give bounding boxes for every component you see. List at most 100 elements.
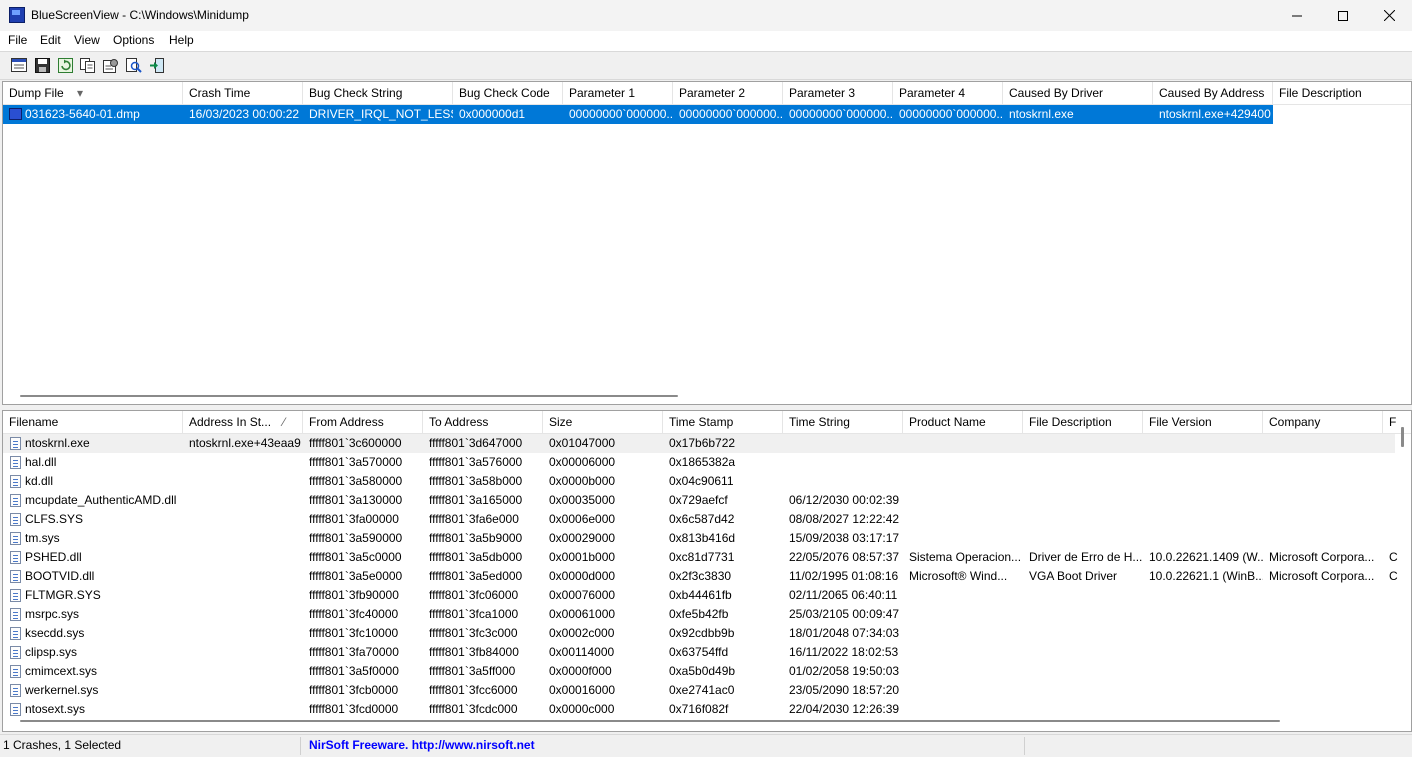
crash-list-horizontal-scrollbar[interactable] xyxy=(20,395,678,397)
maximize-button[interactable] xyxy=(1320,0,1366,31)
module-list[interactable]: Filename Address In St... ⁄ From Address … xyxy=(2,410,1412,732)
table-row[interactable]: BOOTVID.dll fffff801`3a5e0000 fffff801`3a5… xyxy=(3,567,1398,586)
col-size[interactable]: Size xyxy=(543,411,663,433)
table-row[interactable]: FLTMGR.SYS fffff801`3fb90000 fffff801`3fc0… xyxy=(3,586,1395,605)
cell-company xyxy=(1263,643,1383,662)
close-button[interactable] xyxy=(1366,0,1412,31)
table-row[interactable]: werkernel.sys fffff801`3fcb0000 fffff801`3… xyxy=(3,681,1395,700)
options-button[interactable] xyxy=(102,56,120,74)
table-row[interactable]: msrpc.sys fffff801`3fc40000 fffff801`3fca1… xyxy=(3,605,1395,624)
crash-list-header: Dump File ▾ Crash Time Bug Check String B… xyxy=(3,82,1411,105)
nirsoft-link[interactable]: NirSoft Freeware. http://www.nirsoft.net xyxy=(309,738,535,752)
table-row[interactable]: hal.dll fffff801`3a570000 fffff801`3a57600… xyxy=(3,453,1395,472)
col-product-name[interactable]: Product Name xyxy=(903,411,1023,433)
col-bug-check-string[interactable]: Bug Check String xyxy=(303,82,453,104)
table-row[interactable]: tm.sys fffff801`3a590000 fffff801`3a5b9000… xyxy=(3,529,1395,548)
cell-company xyxy=(1263,681,1383,700)
menu-file[interactable]: File xyxy=(8,33,27,47)
cell-filename: PSHED.dll xyxy=(25,550,82,564)
col-time-string[interactable]: Time String xyxy=(783,411,903,433)
table-row[interactable]: PSHED.dll fffff801`3a5c0000 fffff801`3a5db… xyxy=(3,548,1398,567)
crash-list[interactable]: Dump File ▾ Crash Time Bug Check String B… xyxy=(2,81,1412,405)
col-time-stamp[interactable]: Time Stamp xyxy=(663,411,783,433)
col-to-address[interactable]: To Address xyxy=(423,411,543,433)
col-file-description[interactable]: File Description xyxy=(1023,411,1143,433)
cell-size: 0x00076000 xyxy=(549,588,616,602)
module-list-vertical-scrollbar[interactable] xyxy=(1401,427,1404,447)
cell-time-string xyxy=(783,472,903,491)
minimize-icon xyxy=(1292,15,1302,16)
find-icon xyxy=(126,57,142,73)
copy-button[interactable] xyxy=(79,56,97,74)
cell-time-string: 06/12/2030 00:02:39 xyxy=(789,493,900,507)
col-full-path[interactable]: F xyxy=(1383,411,1411,433)
properties-button[interactable] xyxy=(10,56,28,74)
table-row[interactable]: mcupdate_AuthenticAMD.dll fffff801`3a1300… xyxy=(3,491,1395,510)
col-dump-file[interactable]: Dump File ▾ xyxy=(3,82,183,104)
cell-full-path xyxy=(1383,662,1411,681)
col-parameter-1[interactable]: Parameter 1 xyxy=(563,82,673,104)
table-row[interactable]: CLFS.SYS fffff801`3fa00000 fffff801`3fa6e0… xyxy=(3,510,1395,529)
cell-time-string: 11/02/1995 01:08:16 xyxy=(789,569,899,583)
module-list-horizontal-scrollbar[interactable] xyxy=(20,720,1280,722)
col-from-address[interactable]: From Address xyxy=(303,411,423,433)
cell-parameter-1: 00000000`000000... xyxy=(569,107,673,121)
col-address-in-stack[interactable]: Address In St... ⁄ xyxy=(183,411,303,433)
cell-address-in-stack xyxy=(183,662,303,681)
menu-view[interactable]: View xyxy=(74,33,100,47)
cell-from-address: fffff801`3c600000 xyxy=(309,436,402,450)
crash-row[interactable]: 031623-5640-01.dmp 16/03/2023 00:00:22 D… xyxy=(3,105,1273,124)
col-caused-by-driver[interactable]: Caused By Driver xyxy=(1003,82,1153,104)
sort-indicator-icon: ▾ xyxy=(77,86,84,100)
cell-time-string: 08/08/2027 12:22:42 xyxy=(789,512,900,526)
exit-button[interactable] xyxy=(148,56,166,74)
cell-file-version xyxy=(1143,586,1263,605)
cell-to-address: fffff801`3a165000 xyxy=(429,493,523,507)
col-parameter-3[interactable]: Parameter 3 xyxy=(783,82,893,104)
col-file-version[interactable]: File Version xyxy=(1143,411,1263,433)
cell-to-address: fffff801`3a5db000 xyxy=(429,550,523,564)
save-button[interactable] xyxy=(33,56,51,74)
cell-company xyxy=(1263,491,1383,510)
cell-time-stamp: 0x1865382a xyxy=(669,455,736,469)
menu-help[interactable]: Help xyxy=(169,33,194,47)
minimize-button[interactable] xyxy=(1274,0,1320,31)
cell-to-address: fffff801`3fca1000 xyxy=(429,607,519,621)
col-caused-by-address[interactable]: Caused By Address xyxy=(1153,82,1273,104)
table-row[interactable]: ntoskrnl.exe ntoskrnl.exe+43eaa9 fffff801`… xyxy=(3,434,1395,453)
cell-size: 0x00035000 xyxy=(549,493,616,507)
find-button[interactable] xyxy=(125,56,143,74)
cell-filename: ntosext.sys xyxy=(25,702,86,716)
col-crash-time[interactable]: Crash Time xyxy=(183,82,303,104)
table-row[interactable]: clipsp.sys fffff801`3fa70000 fffff801`3fb8… xyxy=(3,643,1395,662)
cell-caused-by-driver: ntoskrnl.exe xyxy=(1009,107,1074,121)
table-row[interactable]: kd.dll fffff801`3a580000 fffff801`3a58b000… xyxy=(3,472,1395,491)
cell-company xyxy=(1263,624,1383,643)
status-divider xyxy=(1024,737,1025,755)
menu-edit[interactable]: Edit xyxy=(40,33,61,47)
col-filename[interactable]: Filename xyxy=(3,411,183,433)
cell-time-string: 22/05/2076 08:57:37 xyxy=(789,550,900,564)
menu-options[interactable]: Options xyxy=(113,33,154,47)
cell-time-stamp: 0x716f082f xyxy=(669,702,729,716)
table-row[interactable]: cmimcext.sys fffff801`3a5f0000 fffff801`3a… xyxy=(3,662,1395,681)
cell-full-path xyxy=(1383,472,1411,491)
cell-file-version xyxy=(1143,529,1263,548)
cell-company: Microsoft Corpora... xyxy=(1269,550,1375,564)
cell-time-stamp: 0x2f3c3830 xyxy=(669,569,732,583)
col-file-description[interactable]: File Description xyxy=(1273,82,1411,104)
table-row[interactable]: ntosext.sys fffff801`3fcd0000 fffff801`3fc… xyxy=(3,700,1395,719)
cell-address-in-stack: ntoskrnl.exe+43eaa9 xyxy=(189,436,301,450)
status-count: 1 Crashes, 1 Selected xyxy=(3,738,122,752)
cell-address-in-stack xyxy=(183,472,303,491)
cell-filename: BOOTVID.dll xyxy=(25,569,95,583)
table-row[interactable]: ksecdd.sys fffff801`3fc10000 fffff801`3fc3… xyxy=(3,624,1395,643)
cell-file-version xyxy=(1143,681,1263,700)
col-parameter-4[interactable]: Parameter 4 xyxy=(893,82,1003,104)
refresh-button[interactable] xyxy=(56,56,74,74)
col-company[interactable]: Company xyxy=(1263,411,1383,433)
cell-crash-time: 16/03/2023 00:00:22 xyxy=(189,107,300,121)
col-bug-check-code[interactable]: Bug Check Code xyxy=(453,82,563,104)
col-parameter-2[interactable]: Parameter 2 xyxy=(673,82,783,104)
cell-address-in-stack xyxy=(183,567,303,586)
